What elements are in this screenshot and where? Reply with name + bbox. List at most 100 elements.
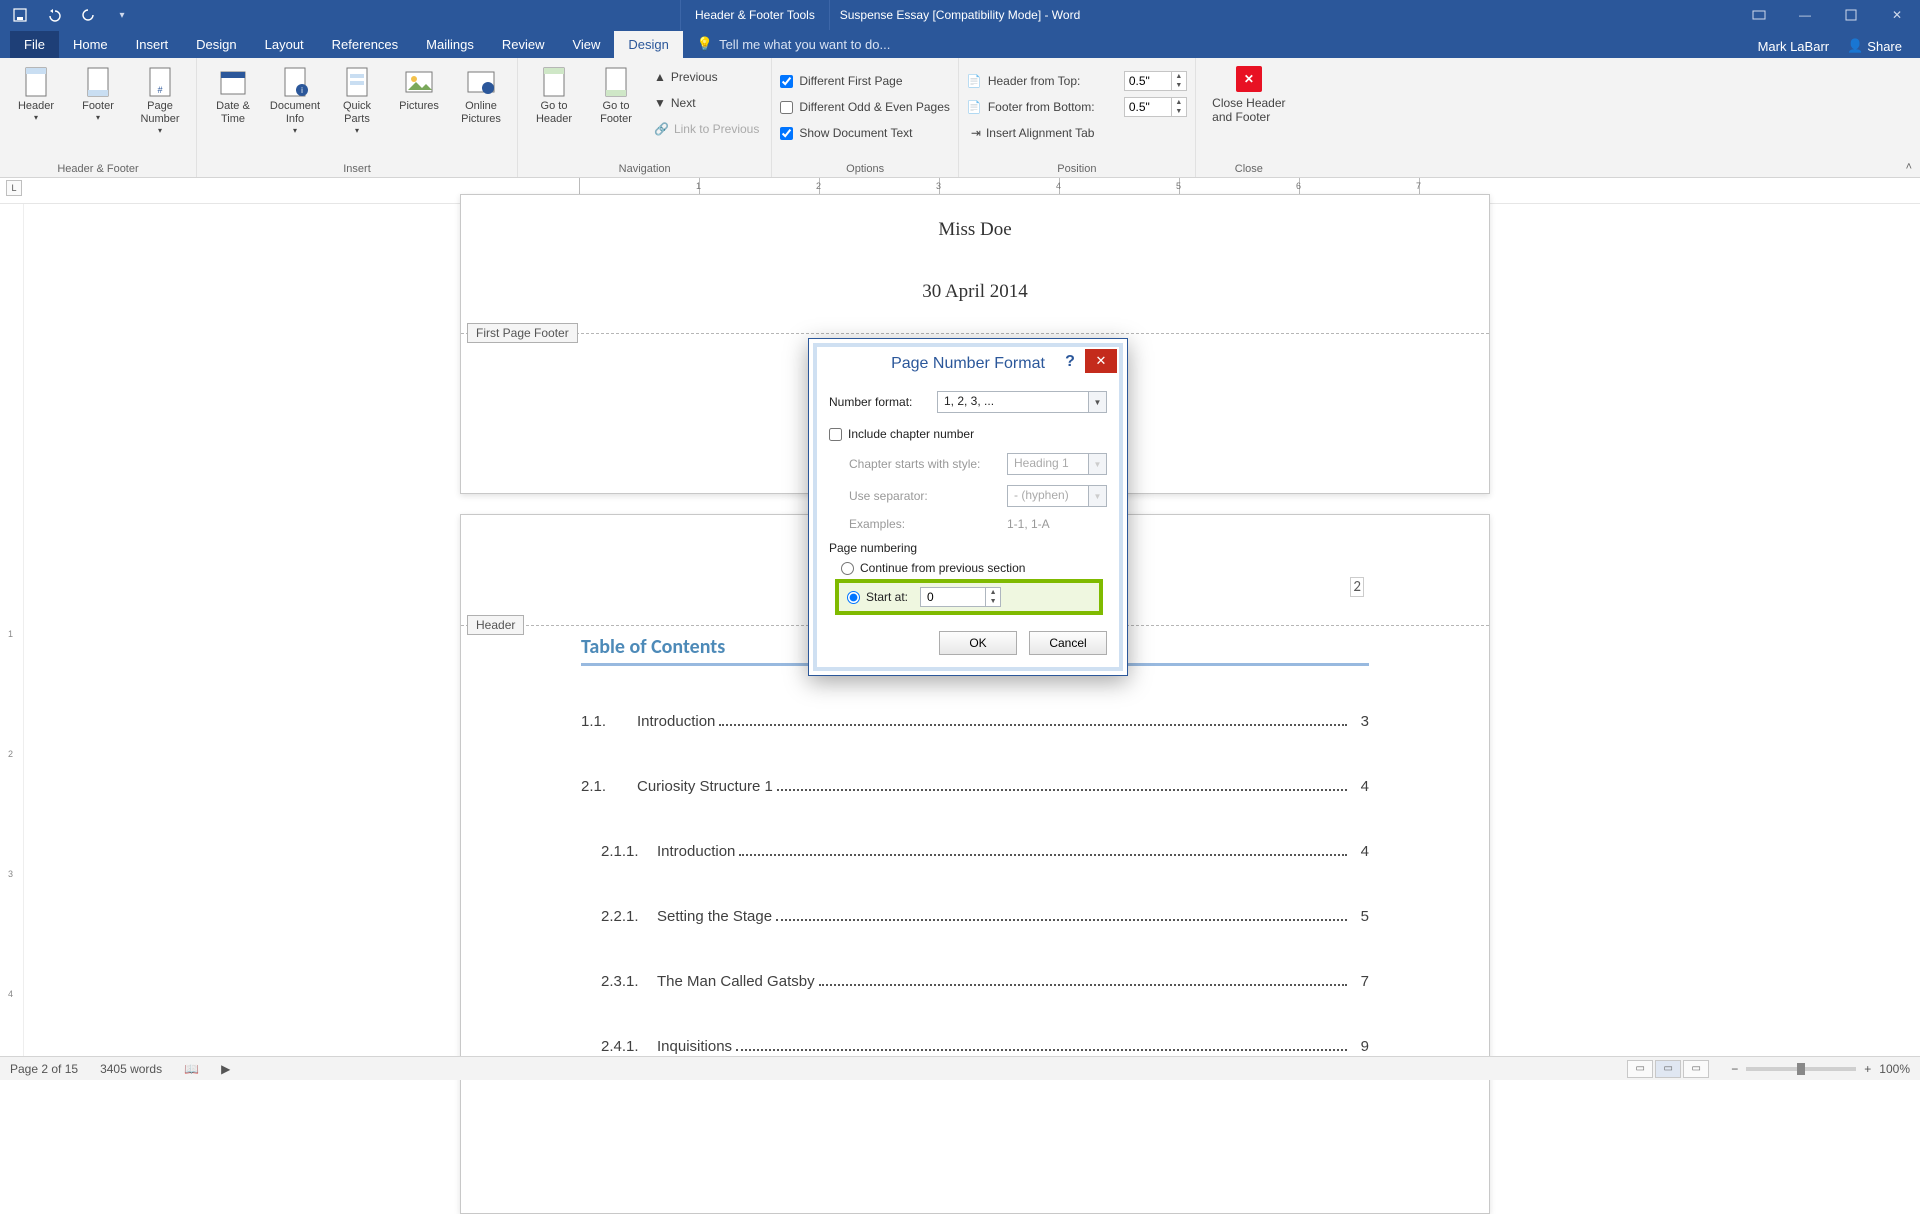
- spin-down-icon[interactable]: ▼: [1172, 81, 1186, 90]
- header-from-top-field: 📄 Header from Top: ▲▼: [967, 70, 1187, 92]
- zoom-level[interactable]: 100%: [1879, 1062, 1910, 1076]
- date-time-button[interactable]: Date & Time: [205, 62, 261, 126]
- show-document-text-checkbox[interactable]: Show Document Text: [780, 122, 950, 144]
- toc-leader: [777, 789, 1347, 791]
- zoom-in-button[interactable]: +: [1864, 1062, 1871, 1076]
- online-pictures-button[interactable]: Online Pictures: [453, 62, 509, 126]
- print-layout-button[interactable]: ▭: [1655, 1060, 1681, 1078]
- maximize-icon[interactable]: [1828, 0, 1874, 30]
- collapse-ribbon-icon[interactable]: ˄: [1906, 161, 1912, 173]
- quick-parts-button[interactable]: Quick Parts▾: [329, 62, 385, 135]
- footer-button[interactable]: Footer▾: [70, 62, 126, 122]
- status-page[interactable]: Page 2 of 15: [10, 1062, 78, 1076]
- spin-down-icon[interactable]: ▼: [986, 597, 1000, 606]
- tab-stop-indicator[interactable]: L: [6, 180, 22, 196]
- dialog-help-button[interactable]: ?: [1057, 351, 1083, 373]
- toc-entry-title: Curiosity Structure 1: [637, 778, 773, 795]
- close-header-footer-button[interactable]: ✕ Close Header and Footer: [1204, 62, 1294, 124]
- spin-up-icon[interactable]: ▲: [1172, 98, 1186, 107]
- page-number-icon: #: [144, 66, 176, 98]
- qat-customize-icon[interactable]: ▾: [114, 7, 130, 23]
- tab-mailings[interactable]: Mailings: [412, 31, 488, 58]
- close-window-icon[interactable]: ✕: [1874, 0, 1920, 30]
- next-button[interactable]: ▼Next: [650, 92, 763, 114]
- previous-button[interactable]: ▲Previous: [650, 66, 763, 88]
- redo-icon[interactable]: [80, 7, 96, 23]
- toc-leader: [776, 919, 1347, 921]
- save-icon[interactable]: [12, 7, 28, 23]
- tab-references[interactable]: References: [318, 31, 412, 58]
- ribbon-display-options-icon[interactable]: [1736, 0, 1782, 30]
- tab-layout[interactable]: Layout: [251, 31, 318, 58]
- goto-header-button[interactable]: Go to Header: [526, 62, 582, 126]
- previous-icon: ▲: [654, 70, 666, 84]
- spin-down-icon[interactable]: ▼: [1172, 107, 1186, 116]
- tab-design[interactable]: Design: [182, 31, 250, 58]
- continue-from-previous-radio[interactable]: Continue from previous section: [841, 561, 1107, 575]
- include-chapter-checkbox[interactable]: Include chapter number: [829, 423, 1107, 445]
- examples-label: Examples:: [849, 517, 999, 531]
- toc-row: 2.1.Curiosity Structure 14: [581, 778, 1369, 795]
- read-mode-button[interactable]: ▭: [1627, 1060, 1653, 1078]
- number-format-combo[interactable]: 1, 2, 3, ... ▼: [937, 391, 1107, 413]
- web-layout-button[interactable]: ▭: [1683, 1060, 1709, 1078]
- tell-me-search[interactable]: 💡 Tell me what you want to do...: [683, 30, 904, 58]
- different-first-page-checkbox[interactable]: Different First Page: [780, 70, 950, 92]
- zoom-slider[interactable]: [1746, 1067, 1856, 1071]
- header-page-number[interactable]: 2: [1350, 577, 1364, 597]
- page-number-button[interactable]: # Page Number▾: [132, 62, 188, 135]
- group-position: 📄 Header from Top: ▲▼ 📄 Footer from Bott…: [959, 58, 1196, 177]
- contextual-tab-title: Header & Footer Tools: [680, 0, 830, 30]
- tab-view[interactable]: View: [558, 31, 614, 58]
- footer-from-bottom-input[interactable]: ▲▼: [1124, 97, 1187, 117]
- toc-number: 2.3.1.: [601, 973, 657, 990]
- header-button[interactable]: Header▾: [8, 62, 64, 122]
- toc-page: 9: [1351, 1038, 1369, 1055]
- tab-home[interactable]: Home: [59, 31, 122, 58]
- document-info-button[interactable]: iDocument Info▾: [267, 62, 323, 135]
- spelling-icon[interactable]: 📖: [184, 1062, 199, 1076]
- vertical-ruler[interactable]: 1 2 3 4: [0, 204, 24, 1056]
- toc-entry-title: Inquisitions: [657, 1038, 732, 1055]
- undo-icon[interactable]: [46, 7, 62, 23]
- status-words[interactable]: 3405 words: [100, 1062, 162, 1076]
- group-insert: Date & Time iDocument Info▾ Quick Parts▾…: [197, 58, 518, 177]
- toc-entry-title: Introduction: [657, 843, 735, 860]
- macro-icon[interactable]: ▶: [221, 1062, 230, 1076]
- different-odd-even-checkbox[interactable]: Different Odd & Even Pages: [780, 96, 950, 118]
- start-at-radio[interactable]: Start at: ▲▼: [847, 587, 1099, 607]
- tab-review[interactable]: Review: [488, 31, 559, 58]
- spin-up-icon[interactable]: ▲: [1172, 72, 1186, 81]
- cancel-button[interactable]: Cancel: [1029, 631, 1107, 655]
- minimize-icon[interactable]: —: [1782, 0, 1828, 30]
- toc-row: 2.4.1.Inquisitions9: [581, 1038, 1369, 1055]
- status-bar: Page 2 of 15 3405 words 📖 ▶ ▭ ▭ ▭ − + 10…: [0, 1056, 1920, 1080]
- spin-up-icon[interactable]: ▲: [986, 588, 1000, 597]
- start-at-input[interactable]: ▲▼: [920, 587, 1001, 607]
- tab-insert[interactable]: Insert: [122, 31, 183, 58]
- start-at-highlight: Start at: ▲▼: [835, 579, 1103, 615]
- quick-parts-icon: [341, 66, 373, 98]
- link-to-previous-button[interactable]: 🔗Link to Previous: [650, 118, 763, 140]
- toc-page: 4: [1351, 778, 1369, 795]
- tab-file[interactable]: File: [10, 31, 59, 58]
- goto-footer-button[interactable]: Go to Footer: [588, 62, 644, 126]
- insert-alignment-tab-button[interactable]: ⇥Insert Alignment Tab: [967, 122, 1187, 144]
- page-number-format-dialog: Page Number Format ? ✕ Number format: 1,…: [808, 338, 1128, 676]
- dialog-close-button[interactable]: ✕: [1085, 349, 1117, 373]
- toc-entry-title: Introduction: [637, 713, 715, 730]
- svg-text:#: #: [157, 85, 162, 95]
- zoom-out-button[interactable]: −: [1731, 1062, 1738, 1076]
- separator-label: Use separator:: [849, 489, 999, 503]
- goto-header-icon: [538, 66, 570, 98]
- share-button[interactable]: 👤 Share: [1847, 38, 1902, 54]
- tab-hf-design[interactable]: Design: [614, 31, 682, 58]
- account-name[interactable]: Mark LaBarr: [1758, 39, 1830, 54]
- toc-list: 1.1.Introduction32.1.Curiosity Structure…: [461, 665, 1489, 1055]
- footer-icon: [82, 66, 114, 98]
- toc-number: 2.2.1.: [601, 908, 657, 925]
- header-from-top-input[interactable]: ▲▼: [1124, 71, 1187, 91]
- ok-button[interactable]: OK: [939, 631, 1017, 655]
- pictures-button[interactable]: Pictures: [391, 62, 447, 113]
- tell-me-placeholder: Tell me what you want to do...: [719, 37, 890, 52]
